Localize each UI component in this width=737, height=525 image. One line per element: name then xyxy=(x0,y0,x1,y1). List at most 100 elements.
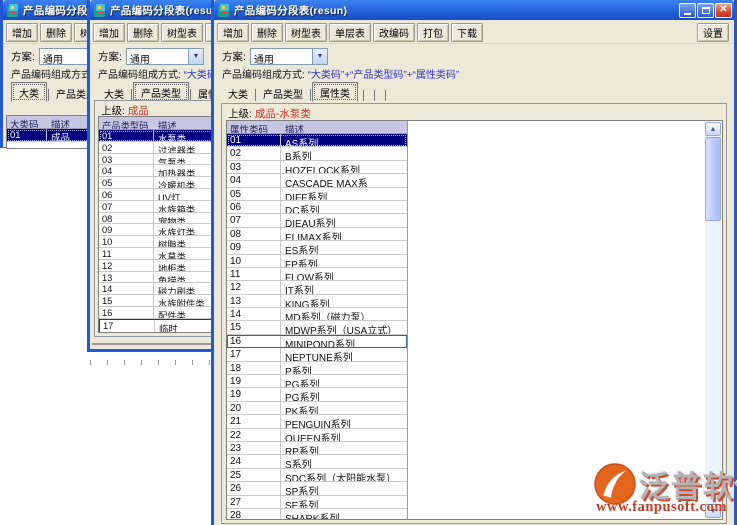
toolbar-button[interactable]: 删除 xyxy=(40,23,72,42)
toolbar-button[interactable]: 增加 xyxy=(6,23,38,42)
compose-label: 产品编码组成方式: xyxy=(222,70,305,81)
cell-desc: DIEAU系列 xyxy=(281,214,407,226)
vertical-scrollbar[interactable]: ▲ ▼ xyxy=(705,122,721,518)
parent-value: 成品-水泵类 xyxy=(255,108,311,119)
table-row[interactable]: 06DC系列 xyxy=(227,201,407,214)
chevron-down-icon[interactable]: ▼ xyxy=(188,49,203,64)
scheme-row: 方案: 通用 ▼ xyxy=(214,46,734,66)
cell-desc: PK系列 xyxy=(281,402,407,414)
table-row[interactable]: 17NEPTUNE系列 xyxy=(227,348,407,361)
table-row[interactable]: 12IT系列 xyxy=(227,281,407,294)
column-header[interactable]: 属性类码 xyxy=(227,121,281,133)
window-title: 产品编码分段表(resun) xyxy=(234,3,347,18)
cell-code: 16 xyxy=(99,307,154,318)
maximize-button[interactable] xyxy=(697,3,714,18)
cell-code: 11 xyxy=(99,248,154,259)
cell-code: 05 xyxy=(99,177,154,188)
table-row[interactable]: 14MD系列（磁力泵） xyxy=(227,308,407,321)
table-row[interactable]: 02B系列 xyxy=(227,147,407,160)
toolbar-button[interactable]: 删除 xyxy=(127,23,159,42)
tab[interactable]: 大类 xyxy=(11,82,47,102)
table-row[interactable]: 19PG系列 xyxy=(227,388,407,401)
table-row[interactable]: 10FP系列 xyxy=(227,255,407,268)
column-header[interactable]: 描述 xyxy=(281,121,407,133)
tab[interactable]: 产品类型 xyxy=(133,82,189,102)
scheme-select[interactable]: 通用 ▼ xyxy=(250,48,328,65)
table-row[interactable]: 11FLOW系列 xyxy=(227,268,407,281)
toolbar-button[interactable]: 删除 xyxy=(251,23,283,42)
toolbar-button[interactable]: 增加 xyxy=(217,23,249,42)
cell-code: 15 xyxy=(227,321,281,333)
table-row[interactable]: 13KING系列 xyxy=(227,295,407,308)
cell-code: 11 xyxy=(227,268,281,280)
table-row[interactable]: 08ELIMAX系列 xyxy=(227,228,407,241)
parent-label: 上级: xyxy=(101,105,125,116)
cell-code: 10 xyxy=(227,255,281,267)
toolbar-button[interactable]: 改编码 xyxy=(373,23,415,42)
table-row[interactable]: 23RP系列 xyxy=(227,442,407,455)
table-row[interactable]: 16MINIPOND系列 xyxy=(227,335,407,348)
tab[interactable]: 产品类型 xyxy=(257,84,309,102)
column-header[interactable]: 产品类型码 xyxy=(99,117,154,129)
scheme-select[interactable]: 通用 ▼ xyxy=(126,48,204,65)
toolbar-buttons: 增加删除树型表单层表改编码打包下载 xyxy=(217,23,485,42)
cell-code: 26 xyxy=(227,482,281,494)
toolbar-button[interactable]: 单层表 xyxy=(329,23,371,42)
cell-code: 24 xyxy=(227,455,281,467)
cell-code: 25 xyxy=(227,469,281,481)
toolbar-button[interactable]: 增加 xyxy=(93,23,125,42)
toolbar-button[interactable]: 下载 xyxy=(451,23,483,42)
table-row[interactable]: 19PG系列 xyxy=(227,375,407,388)
scroll-up-icon[interactable]: ▲ xyxy=(705,122,721,136)
close-button[interactable]: ✕ xyxy=(715,3,732,18)
toolbar-button[interactable]: 树型表 xyxy=(285,23,327,42)
table-row[interactable]: 03HOZELOCK系列 xyxy=(227,161,407,174)
cell-desc: SDC系列（太阳能水泵） xyxy=(281,469,407,481)
cell-code: 03 xyxy=(99,154,154,165)
maximize-icon xyxy=(702,7,710,14)
table-row[interactable]: 26SP系列 xyxy=(227,482,407,495)
table-row[interactable]: 25SDC系列（太阳能水泵） xyxy=(227,469,407,482)
toolbar-button[interactable]: 树型表 xyxy=(161,23,203,42)
table-row[interactable]: 07DIEAU系列 xyxy=(227,214,407,227)
cell-desc: ES系列 xyxy=(281,241,407,253)
table-row[interactable]: 27SE系列 xyxy=(227,496,407,509)
close-icon: ✕ xyxy=(719,5,727,15)
table-row[interactable]: 09ES系列 xyxy=(227,241,407,254)
attribute-table: 属性类码描述01AS系列02B系列03HOZELOCK系列04CASCADE M… xyxy=(227,121,408,520)
cell-desc: HOZELOCK系列 xyxy=(281,161,407,173)
table-row[interactable]: 21PENGUIN系列 xyxy=(227,415,407,428)
table-row[interactable]: 20PK系列 xyxy=(227,402,407,415)
table-row[interactable]: 18P系列 xyxy=(227,362,407,375)
cell-desc: MDWP系列（USA立式） xyxy=(281,321,407,333)
table-row[interactable]: 01AS系列 xyxy=(227,134,407,147)
cell-desc: CASCADE MAX系 xyxy=(281,174,407,186)
tab[interactable]: 大类 xyxy=(222,84,254,102)
window-title: 产品编码分段表(resun) xyxy=(110,3,223,18)
compose-row: 产品编码组成方式: “大类码”+“产品类型码”+“属性类码” xyxy=(214,66,734,81)
settings-button[interactable]: 设置 xyxy=(697,23,729,42)
tab-page-panel: 上级: 成品-水泵类 属性类码描述01AS系列02B系列03HOZELOCK系列… xyxy=(221,103,727,524)
column-header[interactable]: 大类码 xyxy=(7,116,47,128)
cell-desc: NEPTUNE系列 xyxy=(281,348,407,360)
window-attribute-level: 产品编码分段表(resun) ✕ 增加删除树型表单层表改编码打包下载 设置 方案… xyxy=(211,0,737,525)
table-row[interactable]: 24S系列 xyxy=(227,455,407,468)
minimize-button[interactable] xyxy=(679,3,696,18)
scrollbar-thumb[interactable] xyxy=(705,137,721,221)
table-row[interactable]: 28SHARK系列 xyxy=(227,509,407,520)
tab-separator xyxy=(374,90,375,101)
cell-code: 12 xyxy=(99,260,154,271)
cell-code: 10 xyxy=(99,236,154,247)
table-row[interactable]: 04CASCADE MAX系 xyxy=(227,174,407,187)
cell-code: 16 xyxy=(227,335,281,347)
tab[interactable]: 属性类 xyxy=(312,82,358,102)
titlebar[interactable]: 产品编码分段表(resun) ✕ xyxy=(214,0,734,20)
cell-code: 17 xyxy=(227,348,281,360)
toolbar-button[interactable]: 打包 xyxy=(417,23,449,42)
table-row[interactable]: 22QUEEN系列 xyxy=(227,429,407,442)
table-row[interactable]: 15MDWP系列（USA立式） xyxy=(227,321,407,334)
cell-code: 17 xyxy=(100,320,155,332)
chevron-down-icon[interactable]: ▼ xyxy=(312,49,327,64)
cell-desc: PG系列 xyxy=(281,388,407,400)
table-row[interactable]: 05DIFF系列 xyxy=(227,188,407,201)
